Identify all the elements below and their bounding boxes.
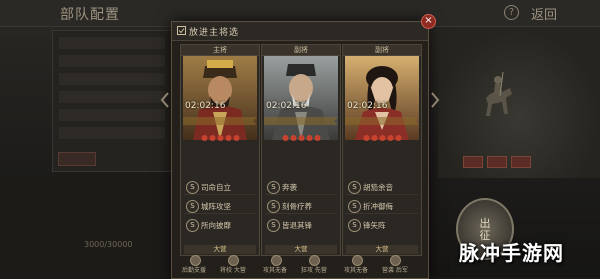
cooldown-timer: 02:02:16: [347, 101, 388, 111]
skill-icon: S: [348, 181, 361, 194]
skill-name: 城阵攻坚: [201, 202, 231, 211]
card-2-tactics: 攻其无备 狂攻 先营: [261, 255, 339, 276]
skill-icon: S: [267, 181, 280, 194]
star-icon: [395, 135, 401, 141]
skill-slot-3[interactable]: S 皆退其锋: [265, 219, 337, 232]
troop-category: 大营: [346, 245, 418, 254]
rank-ribbon-icon: [264, 117, 338, 125]
card-3-tactics: 攻其无备 营袭 后军: [342, 255, 420, 276]
skill-name: 皆退其锋: [282, 221, 312, 230]
tactic-label: 营袭 后军: [382, 267, 408, 274]
back-button[interactable]: 返回: [531, 4, 557, 23]
cooldown-timer: 02:02:16: [266, 101, 307, 111]
chevron-right-icon[interactable]: [430, 92, 440, 108]
skill-icon: S: [186, 200, 199, 213]
tactic-label: 后勤支援: [182, 267, 207, 274]
skill-name: 锋矢阵: [363, 221, 386, 230]
tactic-label: 将校 大营: [220, 267, 246, 274]
star-icon: [209, 135, 215, 141]
cooldown-timer: 02:02:16: [185, 101, 226, 111]
star-icon: [217, 135, 223, 141]
star-icon: [290, 135, 296, 141]
star-rating: [262, 127, 340, 146]
star-icon: [379, 135, 385, 141]
skill-slot-2[interactable]: S 城阵攻坚: [184, 200, 256, 214]
close-button[interactable]: ×: [421, 14, 436, 29]
star-rating: [181, 127, 259, 146]
star-icon: [314, 135, 320, 141]
cavalry-figure-icon: [486, 71, 512, 116]
chevron-left-icon[interactable]: [160, 92, 170, 108]
skill-slot-3[interactable]: S 所向披靡: [184, 219, 256, 232]
tactic-label: 攻其无备: [344, 267, 369, 274]
skill-name: 刻骨疗养: [282, 202, 312, 211]
help-icon[interactable]: ?: [504, 5, 519, 20]
tactic-label: 攻其无备: [263, 267, 288, 274]
skill-icon: S: [348, 200, 361, 213]
star-icon: [282, 135, 288, 141]
skill-slot-1[interactable]: S 司命自立: [184, 181, 256, 195]
dialog-header: 放进主将选: [172, 22, 428, 41]
troop-category: 大营: [265, 245, 337, 254]
skill-slot-3[interactable]: S 锋矢阵: [346, 219, 418, 232]
star-rating: [343, 127, 421, 146]
troop-counter: 3000/30000: [84, 240, 133, 249]
star-icon: [387, 135, 393, 141]
card-1-tactics: 后勤支援 将校 大营: [180, 255, 258, 276]
star-icon: [233, 135, 239, 141]
star-icon: [306, 135, 312, 141]
skill-slot-1[interactable]: S 胡笳余音: [346, 181, 418, 195]
rank-ribbon-icon: [183, 117, 257, 125]
formation-button-3[interactable]: [511, 156, 531, 168]
general-card-3[interactable]: 副将 02:02:16 S 胡笳余音 S 折冲御侮 S 锋矢阵 大营: [342, 44, 422, 256]
screen-title: 部队配置: [60, 7, 120, 23]
skill-name: 折冲御侮: [363, 202, 393, 211]
formation-button-2[interactable]: [487, 156, 507, 168]
skill-name: 奔袭: [282, 183, 297, 192]
general-card-1[interactable]: 主将 02:02:16 S 司命自立 S 城阵攻坚 S 所向披靡 大营: [180, 44, 260, 256]
watermark-text: 脉冲手游网: [459, 241, 564, 265]
skill-slot-2[interactable]: S 刻骨疗养: [265, 200, 337, 214]
skill-slot-1[interactable]: S 奔袭: [265, 181, 337, 195]
skill-icon: S: [186, 219, 199, 232]
general-card-2[interactable]: 副将 02:02:16 S 奔袭 S 刻骨疗养 S 皆退其锋 大营: [261, 44, 341, 256]
star-icon: [225, 135, 231, 141]
card-role: 主将: [181, 45, 259, 56]
card-role: 副将: [262, 45, 340, 56]
formation-button-1[interactable]: [463, 156, 483, 168]
tactic-label: 狂攻 先营: [301, 267, 327, 274]
star-icon: [371, 135, 377, 141]
star-icon: [298, 135, 304, 141]
star-icon: [363, 135, 369, 141]
skill-icon: S: [348, 219, 361, 232]
formation-buttons: [463, 153, 535, 172]
army-stats-panel: [52, 30, 172, 172]
card-role: 副将: [343, 45, 421, 56]
skill-name: 胡笳余音: [363, 183, 393, 192]
rank-ribbon-icon: [345, 117, 419, 125]
troop-category: 大营: [184, 245, 256, 254]
troop-area: [0, 175, 170, 277]
select-icon: [177, 26, 186, 35]
dialog-title: 放进主将选: [189, 28, 240, 38]
general-select-dialog: 放进主将选 主将 02:02:16 S 司命自立 S 城阵攻坚 S 所向披靡 大营: [171, 21, 429, 279]
skill-icon: S: [267, 219, 280, 232]
left-panel-button[interactable]: [58, 152, 96, 166]
skill-name: 所向披靡: [201, 221, 231, 230]
skill-icon: S: [186, 181, 199, 194]
skill-name: 司命自立: [201, 183, 231, 192]
star-icon: [201, 135, 207, 141]
skill-icon: S: [267, 200, 280, 213]
skill-slot-2[interactable]: S 折冲御侮: [346, 200, 418, 214]
